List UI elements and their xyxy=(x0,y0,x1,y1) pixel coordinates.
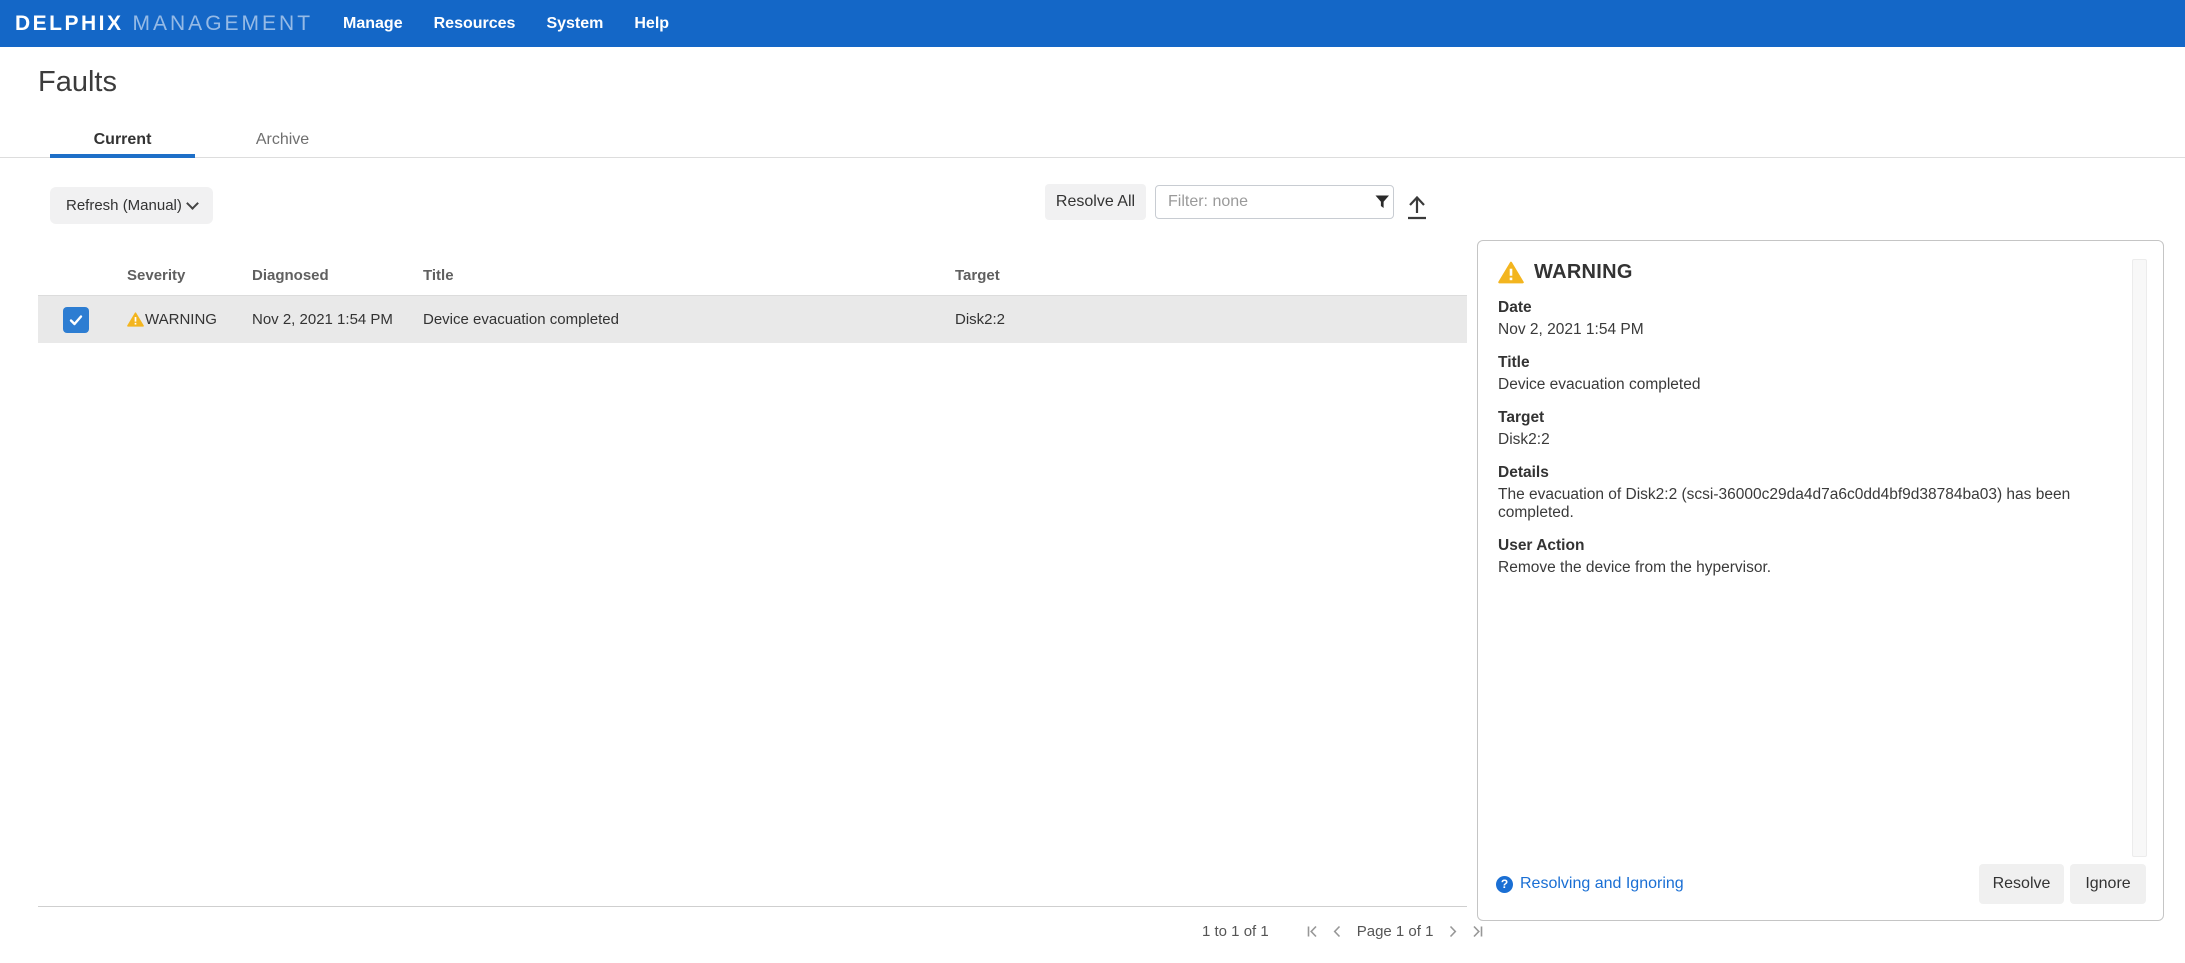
panel-header: WARNING xyxy=(1478,241,2163,284)
nav-links: Manage Resources System Help xyxy=(343,15,669,33)
field-details-value: The evacuation of Disk2:2 (scsi-36000c29… xyxy=(1498,486,2107,522)
table-row[interactable]: WARNING Nov 2, 2021 1:54 PM Device evacu… xyxy=(38,295,1467,343)
warning-icon xyxy=(1498,261,1524,284)
faults-table: Severity Diagnosed Title Target xyxy=(38,255,1467,343)
top-nav: DELPHIX MANAGEMENT Manage Resources Syst… xyxy=(0,0,2185,47)
nav-item-system[interactable]: System xyxy=(546,15,603,33)
pagination-page-label: Page 1 of 1 xyxy=(1357,923,1434,940)
row-severity-cell: WARNING xyxy=(127,311,252,328)
table-header: Severity Diagnosed Title Target xyxy=(38,255,1467,295)
resolve-all-button[interactable]: Resolve All xyxy=(1045,184,1146,220)
filter-input[interactable] xyxy=(1168,193,1375,211)
filter-field[interactable] xyxy=(1155,185,1394,219)
ignore-button-label: Ignore xyxy=(2085,875,2130,893)
panel-scrollbar[interactable] xyxy=(2132,259,2147,857)
fault-detail-panel: WARNING Date Nov 2, 2021 1:54 PM Title D… xyxy=(1477,240,2164,921)
row-target: Disk2:2 xyxy=(955,311,1467,328)
delphix-logo: DELPHIX MANAGEMENT xyxy=(15,12,313,36)
panel-severity-title: WARNING xyxy=(1534,261,1633,284)
nav-item-help[interactable]: Help xyxy=(634,15,669,33)
field-details-label: Details xyxy=(1498,464,2107,482)
tab-bar: Current Archive xyxy=(0,122,2185,158)
field-date: Date Nov 2, 2021 1:54 PM xyxy=(1498,299,2107,339)
row-title: Device evacuation completed xyxy=(423,311,955,328)
row-checkbox[interactable] xyxy=(63,307,89,333)
panel-footer: ? Resolving and Ignoring Resolve Ignore xyxy=(1478,864,2163,920)
field-target: Target Disk2:2 xyxy=(1498,409,2107,449)
tab-current-label: Current xyxy=(94,131,152,149)
row-checkbox-cell xyxy=(38,307,127,333)
ignore-button[interactable]: Ignore xyxy=(2070,864,2146,904)
help-link[interactable]: ? Resolving and Ignoring xyxy=(1496,875,1684,893)
resolve-button-label: Resolve xyxy=(1993,875,2051,893)
tab-archive-label: Archive xyxy=(256,131,309,149)
help-icon: ? xyxy=(1496,876,1513,893)
tab-current[interactable]: Current xyxy=(50,122,195,157)
tab-archive[interactable]: Archive xyxy=(210,122,355,157)
brand-primary: DELPHIX xyxy=(15,12,124,36)
resolve-all-label: Resolve All xyxy=(1056,193,1135,211)
export-icon[interactable] xyxy=(1402,192,1432,222)
field-target-label: Target xyxy=(1498,409,2107,427)
column-header-title[interactable]: Title xyxy=(423,267,955,284)
field-title: Title Device evacuation completed xyxy=(1498,354,2107,394)
row-severity: WARNING xyxy=(145,311,217,328)
nav-item-resources[interactable]: Resources xyxy=(434,15,516,33)
field-user-action-label: User Action xyxy=(1498,537,2107,555)
field-title-label: Title xyxy=(1498,354,2107,372)
brand-secondary: MANAGEMENT xyxy=(133,12,314,36)
refresh-dropdown-label: Refresh (Manual) xyxy=(66,197,182,214)
field-date-label: Date xyxy=(1498,299,2107,317)
field-date-value: Nov 2, 2021 1:54 PM xyxy=(1498,321,2107,339)
pagination: 1 to 1 of 1 Page 1 of 1 xyxy=(1202,918,1485,944)
prev-page-icon[interactable] xyxy=(1330,924,1345,939)
content-divider xyxy=(38,906,1467,907)
refresh-dropdown[interactable]: Refresh (Manual) xyxy=(50,187,213,224)
pagination-range: 1 to 1 of 1 xyxy=(1202,923,1269,940)
pagination-controls: Page 1 of 1 xyxy=(1305,923,1486,940)
field-title-value: Device evacuation completed xyxy=(1498,376,2107,394)
next-page-icon[interactable] xyxy=(1445,924,1460,939)
panel-body: Date Nov 2, 2021 1:54 PM Title Device ev… xyxy=(1478,299,2163,577)
column-header-diagnosed[interactable]: Diagnosed xyxy=(252,267,423,284)
column-header-target[interactable]: Target xyxy=(955,267,1467,284)
faults-page: DELPHIX MANAGEMENT Manage Resources Syst… xyxy=(0,0,2185,963)
last-page-icon[interactable] xyxy=(1470,924,1485,939)
first-page-icon[interactable] xyxy=(1305,924,1320,939)
row-diagnosed: Nov 2, 2021 1:54 PM xyxy=(252,311,423,328)
warning-icon xyxy=(127,312,144,327)
field-target-value: Disk2:2 xyxy=(1498,431,2107,449)
field-details: Details The evacuation of Disk2:2 (scsi-… xyxy=(1498,464,2107,522)
chevron-down-icon xyxy=(186,197,199,210)
page-title: Faults xyxy=(38,66,117,99)
field-user-action-value: Remove the device from the hypervisor. xyxy=(1498,559,2107,577)
help-link-label: Resolving and Ignoring xyxy=(1520,875,1684,893)
column-header-severity[interactable]: Severity xyxy=(127,267,252,284)
resolve-button[interactable]: Resolve xyxy=(1979,864,2064,904)
field-user-action: User Action Remove the device from the h… xyxy=(1498,537,2107,577)
panel-actions: Resolve Ignore xyxy=(1979,864,2146,904)
nav-item-manage[interactable]: Manage xyxy=(343,15,403,33)
filter-funnel-icon xyxy=(1375,195,1390,209)
